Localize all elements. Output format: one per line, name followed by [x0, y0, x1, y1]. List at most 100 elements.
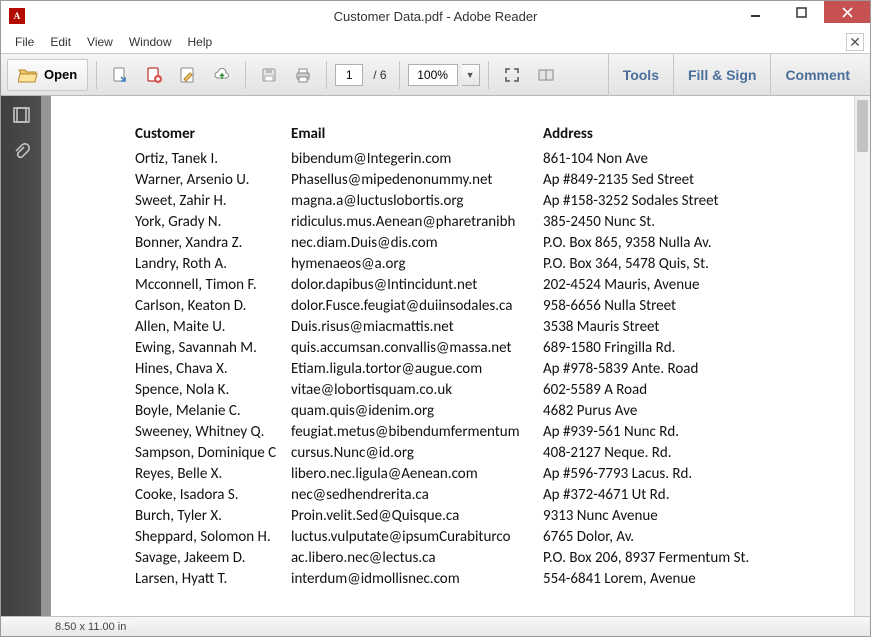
cell-address: 9313 Nunc Avenue — [543, 506, 803, 527]
cell-address: P.O. Box 865, 9358 Nulla Av. — [543, 233, 803, 254]
cell-address: 861-104 Non Ave — [543, 149, 803, 170]
statusbar: 8.50 x 11.00 in — [1, 616, 870, 636]
pane-splitter[interactable] — [41, 96, 51, 616]
cell-email: Duis.risus@miacmattis.net — [291, 317, 543, 338]
cell-email: quis.accumsan.convallis@massa.net — [291, 338, 543, 359]
cell-email: libero.nec.ligula@Aenean.com — [291, 464, 543, 485]
cell-email: ridiculus.mus.Aenean@pharetranibh — [291, 212, 543, 233]
table-row: Spence, Nola K.vitae@lobortisquam.co.uk6… — [135, 380, 803, 401]
cell-email: luctus.vulputate@ipsumCurabiturco — [291, 527, 543, 548]
print-button[interactable] — [288, 60, 318, 90]
cell-customer: Boyle, Melanie C. — [135, 401, 291, 422]
cell-address: Ap #372-4671 Ut Rd. — [543, 485, 803, 506]
cell-address: 958-6656 Nulla Street — [543, 296, 803, 317]
table-row: Boyle, Melanie C.quam.quis@idenim.org468… — [135, 401, 803, 422]
cloud-button[interactable] — [207, 60, 237, 90]
table-row: York, Grady N.ridiculus.mus.Aenean@phare… — [135, 212, 803, 233]
cell-address: 602-5589 A Road — [543, 380, 803, 401]
table-row: Bonner, Xandra Z.nec.diam.Duis@dis.comP.… — [135, 233, 803, 254]
cell-email: quam.quis@idenim.org — [291, 401, 543, 422]
cell-customer: Sweet, Zahir H. — [135, 191, 291, 212]
cell-address: 408-2127 Neque. Rd. — [543, 443, 803, 464]
cell-email: dolor.dapibus@Intincidunt.net — [291, 275, 543, 296]
customer-table: Customer Email Address Ortiz, Tanek I.bi… — [135, 122, 803, 590]
menu-view[interactable]: View — [79, 33, 121, 51]
toolbar: Open / 6 ▼ Tools Fill & Sign Comment — [1, 54, 870, 96]
table-row: Sweeney, Whitney Q.feugiat.metus@bibendu… — [135, 422, 803, 443]
vertical-scrollbar[interactable] — [854, 96, 870, 616]
menu-edit[interactable]: Edit — [42, 33, 79, 51]
page-dimensions-label: 8.50 x 11.00 in — [55, 621, 136, 633]
menu-help[interactable]: Help — [180, 33, 221, 51]
cell-email: Etiam.ligula.tortor@augue.com — [291, 359, 543, 380]
open-button-label: Open — [44, 67, 77, 82]
cell-customer: Sweeney, Whitney Q. — [135, 422, 291, 443]
scrollbar-thumb[interactable] — [857, 100, 868, 152]
cell-email: Proin.velit.Sed@Quisque.ca — [291, 506, 543, 527]
attachments-icon[interactable] — [12, 143, 30, 164]
zoom-input[interactable] — [408, 64, 458, 86]
cell-customer: York, Grady N. — [135, 212, 291, 233]
pdf-page: Customer Email Address Ortiz, Tanek I.bi… — [51, 96, 854, 616]
pdf-app-icon: A — [9, 8, 25, 24]
export-pdf-button[interactable] — [105, 60, 135, 90]
zoom-dropdown[interactable]: ▼ — [462, 64, 480, 86]
col-header-address: Address — [543, 122, 803, 149]
page-total-label: / 6 — [367, 68, 390, 82]
cell-customer: Savage, Jakeem D. — [135, 548, 291, 569]
cell-email: nec@sedhendrerita.ca — [291, 485, 543, 506]
table-row: Sheppard, Solomon H.luctus.vulputate@ips… — [135, 527, 803, 548]
table-row: Reyes, Belle X.libero.nec.ligula@Aenean.… — [135, 464, 803, 485]
comment-panel-button[interactable]: Comment — [770, 54, 864, 96]
cell-email: vitae@lobortisquam.co.uk — [291, 380, 543, 401]
cell-email: dolor.Fusce.feugiat@duiinsodales.ca — [291, 296, 543, 317]
cell-customer: Sheppard, Solomon H. — [135, 527, 291, 548]
page-number-input[interactable] — [335, 64, 363, 86]
fillsign-panel-button[interactable]: Fill & Sign — [673, 54, 770, 96]
cell-email: feugiat.metus@bibendumfermentum — [291, 422, 543, 443]
menubar: File Edit View Window Help ✕ — [1, 31, 870, 53]
minimize-button[interactable] — [732, 1, 778, 23]
cell-address: P.O. Box 206, 8937 Fermentum St. — [543, 548, 803, 569]
cell-address: Ap #596-7793 Lacus. Rd. — [543, 464, 803, 485]
col-header-customer: Customer — [135, 122, 291, 149]
close-button[interactable] — [824, 1, 870, 23]
open-button[interactable]: Open — [7, 59, 88, 91]
table-row: Ortiz, Tanek I.bibendum@Integerin.com861… — [135, 149, 803, 170]
thumbnails-icon[interactable] — [12, 106, 30, 127]
maximize-button[interactable] — [778, 1, 824, 23]
cell-address: Ap #978-5839 Ante. Road — [543, 359, 803, 380]
cell-customer: Carlson, Keaton D. — [135, 296, 291, 317]
cell-customer: Mcconnell, Timon F. — [135, 275, 291, 296]
create-pdf-button[interactable] — [139, 60, 169, 90]
table-row: Allen, Maite U.Duis.risus@miacmattis.net… — [135, 317, 803, 338]
cell-email: ac.libero.nec@lectus.ca — [291, 548, 543, 569]
nav-pane — [1, 96, 41, 616]
cell-customer: Cooke, Isadora S. — [135, 485, 291, 506]
table-row: Warner, Arsenio U.Phasellus@mipedenonumm… — [135, 170, 803, 191]
cell-customer: Hines, Chava X. — [135, 359, 291, 380]
read-mode-button[interactable] — [531, 60, 561, 90]
fit-page-button[interactable] — [497, 60, 527, 90]
menu-file[interactable]: File — [7, 33, 42, 51]
cell-address: 385-2450 Nunc St. — [543, 212, 803, 233]
cell-customer: Warner, Arsenio U. — [135, 170, 291, 191]
col-header-email: Email — [291, 122, 543, 149]
document-viewport: Customer Email Address Ortiz, Tanek I.bi… — [51, 96, 870, 616]
cell-address: 202-4524 Mauris, Avenue — [543, 275, 803, 296]
sign-button[interactable] — [173, 60, 203, 90]
table-row: Sampson, Dominique Ccursus.Nunc@id.org40… — [135, 443, 803, 464]
tools-panel-button[interactable]: Tools — [608, 54, 673, 96]
cell-address: 554-6841 Lorem, Avenue — [543, 569, 803, 590]
cell-email: hymenaeos@a.org — [291, 254, 543, 275]
tab-close-icon[interactable]: ✕ — [846, 33, 864, 51]
save-button[interactable] — [254, 60, 284, 90]
cell-email: bibendum@Integerin.com — [291, 149, 543, 170]
cell-customer: Allen, Maite U. — [135, 317, 291, 338]
menu-window[interactable]: Window — [121, 33, 180, 51]
table-row: Cooke, Isadora S.nec@sedhendrerita.caAp … — [135, 485, 803, 506]
content-area: Customer Email Address Ortiz, Tanek I.bi… — [1, 96, 870, 616]
cell-customer: Landry, Roth A. — [135, 254, 291, 275]
cell-address: 3538 Mauris Street — [543, 317, 803, 338]
cell-customer: Ortiz, Tanek I. — [135, 149, 291, 170]
